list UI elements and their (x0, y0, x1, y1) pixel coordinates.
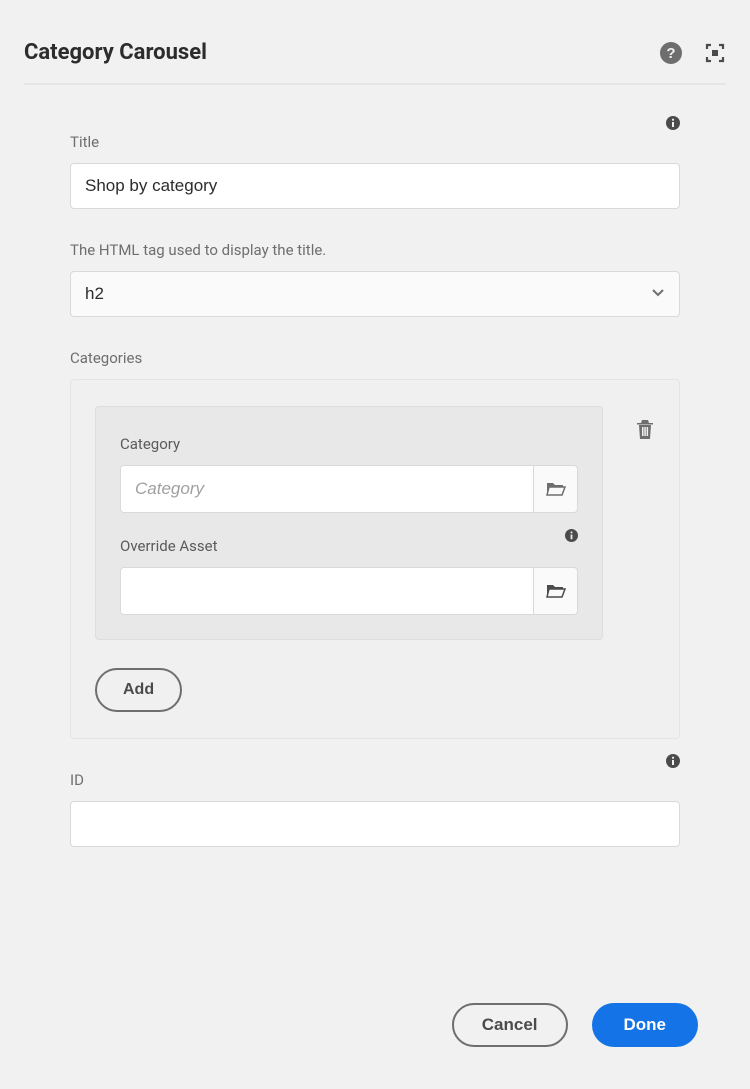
info-icon[interactable] (565, 527, 578, 546)
override-asset-input[interactable] (120, 567, 534, 615)
categories-field: Categories Category (70, 349, 680, 739)
id-field: ID (70, 771, 680, 847)
categories-multifield: Category (70, 379, 680, 739)
id-input[interactable] (70, 801, 680, 847)
categories-label: Categories (70, 349, 680, 367)
title-input[interactable] (70, 163, 680, 209)
html-tag-field: The HTML tag used to display the title. (70, 241, 680, 317)
add-button[interactable]: Add (95, 668, 182, 712)
override-asset-subfield: Override Asset (120, 537, 578, 615)
form-area: Title The HTML tag used to display the t… (24, 133, 726, 847)
info-icon[interactable] (666, 115, 680, 134)
category-input-group (120, 465, 578, 513)
category-sublabel: Category (120, 435, 578, 453)
category-input[interactable] (120, 465, 534, 513)
fullscreen-icon[interactable] (704, 42, 726, 64)
folder-open-icon (546, 582, 566, 600)
id-label: ID (70, 771, 680, 789)
svg-text:?: ? (666, 45, 675, 62)
info-icon[interactable] (666, 753, 680, 772)
done-button[interactable]: Done (592, 1003, 699, 1047)
dialog-footer: Cancel Done (452, 1003, 698, 1047)
title-label: Title (70, 133, 680, 151)
html-tag-label: The HTML tag used to display the title. (70, 241, 680, 259)
cancel-button[interactable]: Cancel (452, 1003, 568, 1047)
html-tag-select-wrap (70, 271, 680, 317)
dialog-container: Category Carousel ? Title The HTML tag u… (0, 0, 750, 1089)
override-input-group (120, 567, 578, 615)
help-icon[interactable]: ? (660, 42, 682, 64)
title-field: Title (70, 133, 680, 209)
category-picker-button[interactable] (534, 465, 578, 513)
html-tag-select[interactable] (70, 271, 680, 317)
override-asset-sublabel: Override Asset (120, 537, 578, 555)
header-icons: ? (660, 42, 726, 64)
category-item: Category (95, 406, 655, 640)
delete-item-button[interactable] (635, 418, 655, 444)
category-card-inner: Category (95, 406, 603, 640)
category-subfield: Category (120, 435, 578, 513)
override-asset-picker-button[interactable] (534, 567, 578, 615)
trash-icon (635, 418, 655, 440)
dialog-header: Category Carousel ? (24, 24, 726, 85)
folder-open-icon (546, 480, 566, 498)
dialog-title: Category Carousel (24, 40, 207, 65)
